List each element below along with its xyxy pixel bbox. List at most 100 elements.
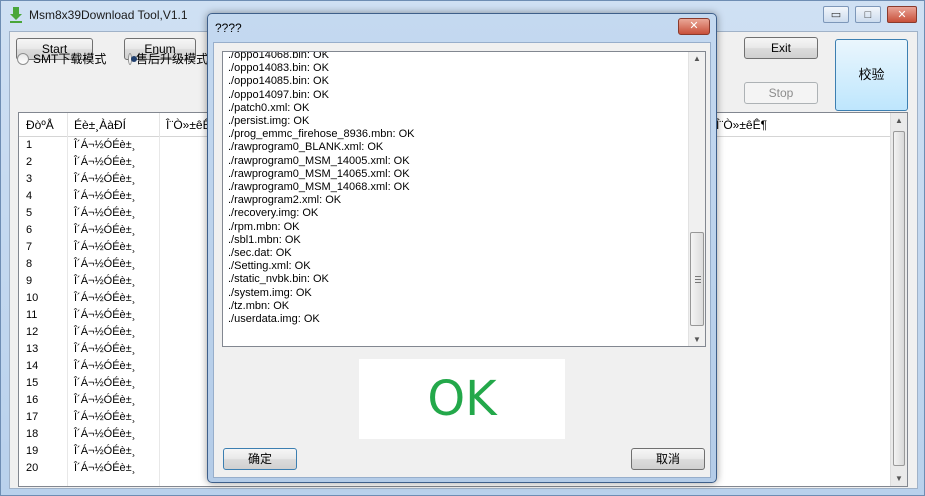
log-line: ./system.img: OK (228, 286, 312, 299)
row-number: 11 (26, 309, 38, 321)
log-listbox[interactable]: ./oppo14068.bin: OK ./oppo14083.bin: OK ./… (222, 51, 706, 347)
header-number[interactable]: ÐòºÅ (26, 118, 54, 132)
log-lines: ./oppo14068.bin: OK ./oppo14083.bin: OK ./… (228, 52, 415, 326)
maximize-button[interactable]: □ (855, 6, 881, 23)
confirm-button[interactable]: 确定 (223, 448, 297, 470)
log-line: ./tz.mbn: OK (228, 299, 290, 312)
log-line: ./prog_emmc_firehose_8936.mbn: OK (228, 128, 415, 141)
mode-aftersales-radio[interactable]: 售后升级模式 (128, 50, 208, 67)
verify-result-dialog: ???? ✕ ./oppo14068.bin: OK ./oppo14083.bi… (207, 13, 717, 483)
row-number: 3 (26, 173, 33, 185)
log-scrollbar[interactable]: ▲ ▼ (688, 52, 705, 346)
result-text: OK (427, 371, 497, 427)
header-unique-id-2[interactable]: Î¨Ò»±êÊ¶ (716, 118, 767, 132)
row-number: 6 (26, 224, 33, 236)
row-status: Î´Á¬½ÓÉè±¸ (74, 224, 136, 236)
row-number: 1 (26, 139, 33, 151)
log-line: ./oppo14083.bin: OK (228, 62, 329, 75)
result-panel: OK (359, 359, 565, 439)
row-status: Î´Á¬½ÓÉè±¸ (74, 462, 136, 474)
cancel-button[interactable]: 取消 (631, 448, 705, 470)
row-number: 9 (26, 275, 33, 287)
table-scroll-thumb[interactable] (893, 131, 905, 466)
row-number: 12 (26, 326, 39, 338)
log-line: ./oppo14085.bin: OK (228, 75, 329, 88)
header-divider (67, 113, 68, 137)
row-status: Î´Á¬½ÓÉè±¸ (74, 156, 136, 168)
close-icon: ✕ (689, 20, 699, 32)
radio-indicator-selected (128, 52, 137, 65)
exit-button[interactable]: Exit (744, 37, 818, 59)
row-number: 15 (26, 377, 39, 389)
row-status: Î´Á¬½ÓÉè±¸ (74, 275, 136, 287)
grip-line (695, 276, 701, 277)
log-line: ./userdata.img: OK (228, 313, 320, 326)
row-number: 2 (26, 156, 33, 168)
stop-button[interactable]: Stop (744, 82, 818, 104)
log-line: ./sbl1.mbn: OK (228, 233, 301, 246)
row-status: Î´Á¬½ÓÉè±¸ (74, 360, 136, 372)
dialog-close-button[interactable]: ✕ (678, 18, 710, 35)
row-number: 19 (26, 445, 39, 457)
row-status: Î´Á¬½ÓÉè±¸ (74, 377, 136, 389)
log-line: ./rawprogram0_BLANK.xml: OK (228, 141, 384, 154)
log-line: ./rpm.mbn: OK (228, 220, 300, 233)
row-number: 10 (26, 292, 39, 304)
minimize-button[interactable]: ▭ (823, 6, 849, 23)
log-line: ./sec.dat: OK (228, 247, 292, 260)
scroll-down-icon[interactable]: ▼ (689, 335, 705, 344)
row-status: Î´Á¬½ÓÉè±¸ (74, 190, 136, 202)
row-status: Î´Á¬½ÓÉè±¸ (74, 207, 136, 219)
row-status: Î´Á¬½ÓÉè±¸ (74, 258, 136, 270)
row-status: Î´Á¬½ÓÉè±¸ (74, 292, 136, 304)
main-window-title: Msm8x39Download Tool,V1.1 (29, 8, 188, 22)
scroll-up-icon[interactable]: ▲ (891, 116, 907, 125)
grip-line (695, 282, 701, 283)
row-number: 4 (26, 190, 33, 202)
mode-smt-radio[interactable]: SMT下载模式 (17, 50, 106, 67)
row-status: Î´Á¬½ÓÉè±¸ (74, 326, 136, 338)
row-number: 16 (26, 394, 39, 406)
log-line: ./patch0.xml: OK (228, 101, 310, 114)
row-status: Î´Á¬½ÓÉè±¸ (74, 428, 136, 440)
row-status: Î´Á¬½ÓÉè±¸ (74, 309, 136, 321)
log-scroll-thumb[interactable] (690, 232, 704, 326)
minimize-icon: ▭ (830, 9, 842, 21)
row-number: 14 (26, 360, 39, 372)
row-number: 8 (26, 258, 33, 270)
dialog-body: ./oppo14068.bin: OK ./oppo14083.bin: OK ./… (213, 42, 711, 478)
row-number: 17 (26, 411, 39, 423)
close-icon: ✕ (897, 9, 907, 21)
log-line: ./oppo14097.bin: OK (228, 88, 329, 101)
row-status: Î´Á¬½ÓÉè±¸ (74, 411, 136, 423)
log-line: ./rawprogram2.xml: OK (228, 194, 342, 207)
verify-button[interactable]: 校验 (835, 39, 908, 111)
log-line: ./persist.img: OK (228, 115, 310, 128)
row-number: 5 (26, 207, 33, 219)
mode-smt-label: SMT下载模式 (33, 52, 107, 66)
grip-line (695, 279, 701, 280)
log-line: ./rawprogram0_MSM_14065.xml: OK (228, 167, 410, 180)
row-number: 20 (26, 462, 39, 474)
log-line: ./recovery.img: OK (228, 207, 319, 220)
table-scrollbar[interactable]: ▲ ▼ (890, 113, 907, 486)
row-status: Î´Á¬½ÓÉè±¸ (74, 394, 136, 406)
log-line: ./rawprogram0_MSM_14068.xml: OK (228, 181, 410, 194)
header-device-type[interactable]: Éè±¸ÀàÐÍ (74, 118, 126, 132)
row-status: Î´Á¬½ÓÉè±¸ (74, 445, 136, 457)
log-line: ./static_nvbk.bin: OK (228, 273, 329, 286)
scroll-up-icon[interactable]: ▲ (689, 54, 705, 63)
log-line: ./Setting.xml: OK (228, 260, 311, 273)
maximize-icon: □ (864, 9, 872, 21)
row-number: 13 (26, 343, 39, 355)
header-divider (159, 113, 160, 137)
close-button[interactable]: ✕ (887, 6, 917, 23)
scroll-down-icon[interactable]: ▼ (891, 474, 907, 483)
row-status: Î´Á¬½ÓÉè±¸ (74, 343, 136, 355)
row-status: Î´Á¬½ÓÉè±¸ (74, 139, 136, 151)
dialog-title: ???? (215, 21, 242, 35)
row-number: 7 (26, 241, 33, 253)
radio-indicator (17, 52, 29, 65)
row-number: 18 (26, 428, 39, 440)
mode-aftersales-label: 售后升级模式 (135, 52, 208, 66)
